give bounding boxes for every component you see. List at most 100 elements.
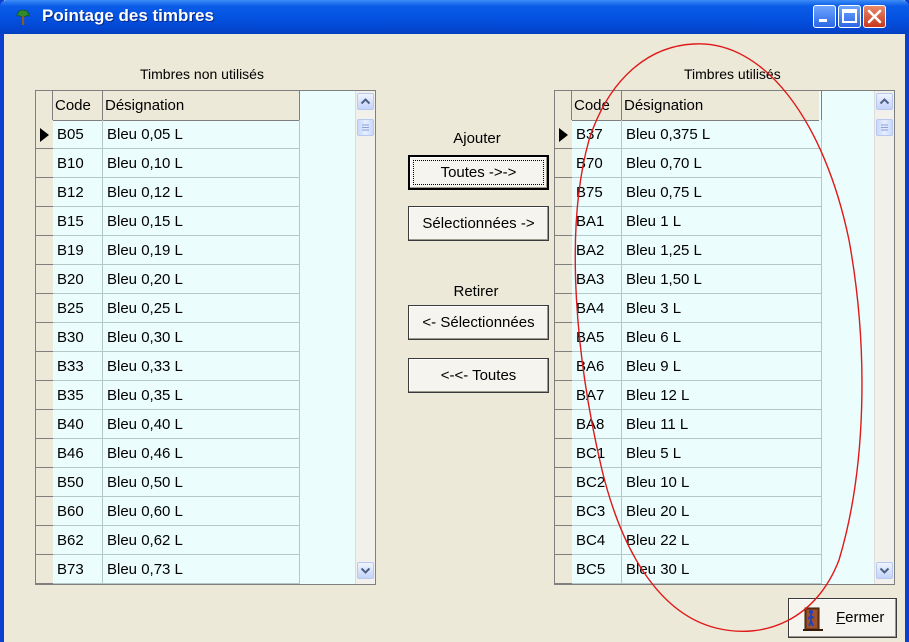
row-indicator[interactable] bbox=[555, 236, 572, 265]
table-row[interactable]: B50 Bleu 0,50 L bbox=[36, 468, 300, 497]
cell-designation[interactable]: Bleu 0,73 L bbox=[103, 555, 300, 584]
row-indicator[interactable] bbox=[36, 497, 53, 526]
row-indicator[interactable] bbox=[555, 265, 572, 294]
cell-designation[interactable]: Bleu 1,50 L bbox=[622, 265, 822, 294]
maximize-button[interactable] bbox=[838, 5, 861, 28]
cell-designation[interactable]: Bleu 20 L bbox=[622, 497, 822, 526]
cell-code[interactable]: B46 bbox=[53, 439, 103, 468]
table-row[interactable]: B73 Bleu 0,73 L bbox=[36, 555, 300, 584]
cell-code[interactable]: BC3 bbox=[572, 497, 622, 526]
scroll-thumb[interactable] bbox=[876, 119, 893, 136]
add-selected-button[interactable]: Sélectionnées -> bbox=[408, 206, 549, 241]
close-window-button[interactable] bbox=[863, 5, 886, 28]
cell-designation[interactable]: Bleu 0,60 L bbox=[103, 497, 300, 526]
row-indicator[interactable] bbox=[555, 149, 572, 178]
cell-code[interactable]: B15 bbox=[53, 207, 103, 236]
cell-code[interactable]: B62 bbox=[53, 526, 103, 555]
table-row[interactable]: BA5 Bleu 6 L bbox=[555, 323, 822, 352]
row-indicator[interactable] bbox=[36, 410, 53, 439]
table-row[interactable]: B19 Bleu 0,19 L bbox=[36, 236, 300, 265]
table-row[interactable]: B33 Bleu 0,33 L bbox=[36, 352, 300, 381]
close-button[interactable]: Fermer bbox=[788, 598, 897, 638]
cell-designation[interactable]: Bleu 0,75 L bbox=[622, 178, 822, 207]
row-indicator[interactable] bbox=[555, 120, 572, 149]
table-row[interactable]: BC3 Bleu 20 L bbox=[555, 497, 822, 526]
table-row[interactable]: B75 Bleu 0,75 L bbox=[555, 178, 822, 207]
cell-code[interactable]: B33 bbox=[53, 352, 103, 381]
table-row[interactable]: BC1 Bleu 5 L bbox=[555, 439, 822, 468]
scroll-down-button[interactable] bbox=[876, 562, 893, 579]
cell-code[interactable]: B35 bbox=[53, 381, 103, 410]
table-row[interactable]: BA6 Bleu 9 L bbox=[555, 352, 822, 381]
row-indicator[interactable] bbox=[36, 207, 53, 236]
cell-designation[interactable]: Bleu 0,19 L bbox=[103, 236, 300, 265]
cell-designation[interactable]: Bleu 30 L bbox=[622, 555, 822, 584]
cell-designation[interactable]: Bleu 0,30 L bbox=[103, 323, 300, 352]
row-indicator[interactable] bbox=[555, 468, 572, 497]
cell-code[interactable]: B30 bbox=[53, 323, 103, 352]
column-header-designation[interactable]: Désignation bbox=[622, 91, 822, 120]
cell-code[interactable]: BA3 bbox=[572, 265, 622, 294]
cell-designation[interactable]: Bleu 22 L bbox=[622, 526, 822, 555]
row-indicator[interactable] bbox=[555, 526, 572, 555]
cell-designation[interactable]: Bleu 12 L bbox=[622, 381, 822, 410]
table-row[interactable]: B37 Bleu 0,375 L bbox=[555, 120, 822, 149]
table-row[interactable]: B20 Bleu 0,20 L bbox=[36, 265, 300, 294]
unused-stamps-grid[interactable]: Code Désignation B05 Bleu 0,05 L B10 Bleu 0… bbox=[35, 90, 376, 585]
row-indicator[interactable] bbox=[555, 439, 572, 468]
cell-designation[interactable]: Bleu 0,40 L bbox=[103, 410, 300, 439]
row-indicator[interactable] bbox=[555, 178, 572, 207]
row-indicator[interactable] bbox=[36, 352, 53, 381]
cell-code[interactable]: BC4 bbox=[572, 526, 622, 555]
row-indicator[interactable] bbox=[36, 294, 53, 323]
cell-code[interactable]: B05 bbox=[53, 120, 103, 149]
cell-designation[interactable]: Bleu 9 L bbox=[622, 352, 822, 381]
cell-code[interactable]: B37 bbox=[572, 120, 622, 149]
scroll-thumb[interactable] bbox=[357, 119, 374, 136]
row-indicator[interactable] bbox=[555, 555, 572, 584]
table-row[interactable]: B10 Bleu 0,10 L bbox=[36, 149, 300, 178]
cell-designation[interactable]: Bleu 0,15 L bbox=[103, 207, 300, 236]
scroll-down-button[interactable] bbox=[357, 562, 374, 579]
table-row[interactable]: BA4 Bleu 3 L bbox=[555, 294, 822, 323]
cell-designation[interactable]: Bleu 0,25 L bbox=[103, 294, 300, 323]
cell-code[interactable]: BA1 bbox=[572, 207, 622, 236]
cell-code[interactable]: B40 bbox=[53, 410, 103, 439]
table-row[interactable]: BA3 Bleu 1,50 L bbox=[555, 265, 822, 294]
table-row[interactable]: B62 Bleu 0,62 L bbox=[36, 526, 300, 555]
row-indicator[interactable] bbox=[36, 120, 53, 149]
row-indicator[interactable] bbox=[36, 265, 53, 294]
cell-code[interactable]: B12 bbox=[53, 178, 103, 207]
cell-designation[interactable]: Bleu 5 L bbox=[622, 439, 822, 468]
row-indicator[interactable] bbox=[36, 323, 53, 352]
cell-designation[interactable]: Bleu 6 L bbox=[622, 323, 822, 352]
table-row[interactable]: B30 Bleu 0,30 L bbox=[36, 323, 300, 352]
cell-code[interactable]: BA8 bbox=[572, 410, 622, 439]
cell-code[interactable]: BA5 bbox=[572, 323, 622, 352]
table-row[interactable]: B15 Bleu 0,15 L bbox=[36, 207, 300, 236]
cell-code[interactable]: BC5 bbox=[572, 555, 622, 584]
minimize-button[interactable] bbox=[813, 5, 836, 28]
cell-designation[interactable]: Bleu 0,62 L bbox=[103, 526, 300, 555]
row-indicator[interactable] bbox=[36, 439, 53, 468]
table-row[interactable]: BC4 Bleu 22 L bbox=[555, 526, 822, 555]
row-indicator[interactable] bbox=[36, 236, 53, 265]
cell-code[interactable]: B73 bbox=[53, 555, 103, 584]
cell-code[interactable]: B19 bbox=[53, 236, 103, 265]
table-row[interactable]: BC5 Bleu 30 L bbox=[555, 555, 822, 584]
table-row[interactable]: B25 Bleu 0,25 L bbox=[36, 294, 300, 323]
cell-code[interactable]: B10 bbox=[53, 149, 103, 178]
table-row[interactable]: B35 Bleu 0,35 L bbox=[36, 381, 300, 410]
table-row[interactable]: BA2 Bleu 1,25 L bbox=[555, 236, 822, 265]
cell-designation[interactable]: Bleu 0,12 L bbox=[103, 178, 300, 207]
cell-designation[interactable]: Bleu 0,50 L bbox=[103, 468, 300, 497]
title-bar[interactable]: Pointage des timbres bbox=[0, 0, 909, 34]
table-row[interactable]: B05 Bleu 0,05 L bbox=[36, 120, 300, 149]
remove-all-button[interactable]: <-<- Toutes bbox=[408, 358, 549, 393]
remove-selected-button[interactable]: <- Sélectionnées bbox=[408, 305, 549, 340]
row-indicator[interactable] bbox=[555, 497, 572, 526]
scroll-up-button[interactable] bbox=[876, 93, 893, 110]
column-header-code[interactable]: Code bbox=[572, 91, 622, 120]
row-indicator[interactable] bbox=[36, 149, 53, 178]
cell-designation[interactable]: Bleu 0,05 L bbox=[103, 120, 300, 149]
